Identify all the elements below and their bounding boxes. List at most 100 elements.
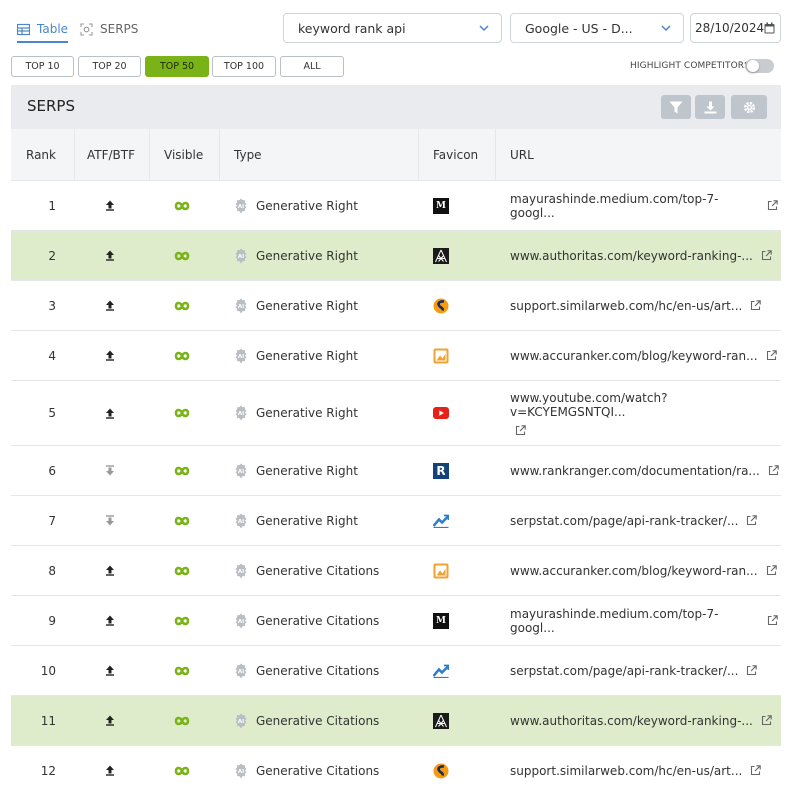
type-label: Generative Right (256, 348, 358, 363)
url-link[interactable]: serpstat.com/page/api-rank-tracker/... (510, 496, 778, 545)
external-link-icon[interactable] (750, 765, 762, 776)
url-text[interactable]: www.rankranger.com/documentation/ra... (510, 464, 760, 478)
type-label: Generative Citations (256, 613, 380, 628)
type-cell: AI Generative Citations (233, 696, 413, 745)
url-text[interactable]: mayurashinde.medium.com/top-7-googl... (510, 192, 759, 220)
date-input[interactable]: 28/10/2024 (690, 13, 781, 43)
external-link-icon[interactable] (761, 250, 772, 261)
url-link[interactable]: www.authoritas.com/keyword-ranking-... (510, 231, 778, 280)
above-fold-icon (101, 596, 119, 645)
below-fold-icon (101, 446, 119, 495)
table-row[interactable]: 3 AI Generative Right support.similarweb.co… (11, 281, 781, 331)
table-row[interactable]: 8 AI Generative Citations www.accuranker.co… (11, 546, 781, 596)
external-link-icon[interactable] (761, 715, 772, 726)
table-row[interactable]: 5 AI Generative Right www.youtube.com/watch… (11, 381, 781, 446)
table-row[interactable]: 4 AI Generative Right www.accuranker.com/bl… (11, 331, 781, 381)
url-text[interactable]: support.similarweb.com/hc/en-us/art... (510, 299, 742, 313)
tab-table[interactable]: Table (17, 17, 68, 43)
filter-all-button[interactable]: ALL (280, 56, 344, 77)
col-visible[interactable]: Visible (164, 129, 203, 181)
gear-icon (743, 101, 755, 113)
above-fold-icon (101, 281, 119, 330)
accuranker-icon (431, 331, 451, 380)
type-label: Generative Right (256, 298, 358, 313)
table-row[interactable]: 9 AI Generative Citations Mmayurashinde.med… (11, 596, 781, 646)
url-text[interactable]: www.authoritas.com/keyword-ranking-... (510, 714, 753, 728)
visible-icon (173, 496, 191, 545)
external-link-icon[interactable] (750, 300, 762, 311)
highlight-competitors-toggle[interactable] (745, 59, 774, 73)
col-rank[interactable]: Rank (26, 129, 56, 181)
table-row[interactable]: 2 AI Generative Right www.authoritas.com/ke… (11, 231, 781, 281)
visible-icon (173, 746, 191, 795)
table-row[interactable]: 12 AI Generative Citations support.similarw… (11, 746, 781, 795)
type-cell: AI Generative Right (233, 381, 413, 445)
external-link-icon[interactable] (766, 350, 777, 361)
external-link-icon[interactable] (768, 465, 779, 476)
external-link-icon[interactable] (515, 424, 526, 436)
filter-top100-button[interactable]: TOP 100 (212, 56, 276, 77)
url-text[interactable]: www.youtube.com/watch?v=KCYEMGSNTQI... (510, 391, 778, 419)
url-link[interactable]: mayurashinde.medium.com/top-7-googl... (510, 596, 778, 645)
table-row[interactable]: 1 AI Generative Right Mmayurashinde.medium.… (11, 181, 781, 231)
col-url[interactable]: URL (510, 129, 534, 181)
url-text[interactable]: www.accuranker.com/blog/keyword-ran... (510, 349, 758, 363)
filter-button[interactable] (661, 95, 691, 119)
external-link-icon[interactable] (767, 200, 778, 211)
table-row[interactable]: 6 AI Generative Right Rwww.rankranger.com/d… (11, 446, 781, 496)
type-label: Generative Right (256, 248, 358, 263)
serpstat-icon (431, 496, 451, 545)
table-row[interactable]: 7 AI Generative Right serpstat.com/page/api… (11, 496, 781, 546)
above-fold-icon (101, 331, 119, 380)
url-link[interactable]: www.accuranker.com/blog/keyword-ran... (510, 331, 778, 380)
external-link-icon[interactable] (746, 665, 758, 676)
search-engine-select[interactable]: Google - US - D... (510, 13, 684, 43)
url-link[interactable]: support.similarweb.com/hc/en-us/art... (510, 281, 778, 330)
panel-title: SERPS (27, 97, 75, 115)
serpstat-icon (431, 646, 451, 695)
type-cell: AI Generative Citations (233, 596, 413, 645)
col-type[interactable]: Type (234, 129, 262, 181)
filter-top20-button[interactable]: TOP 20 (78, 56, 141, 77)
url-text[interactable]: www.accuranker.com/blog/keyword-ran... (510, 564, 758, 578)
url-link[interactable]: serpstat.com/page/api-rank-tracker/... (510, 646, 778, 695)
table-row[interactable]: 10 AI Generative Citations serpstat.com/pag… (11, 646, 781, 696)
col-divider (495, 129, 496, 181)
url-link[interactable]: support.similarweb.com/hc/en-us/art... (510, 746, 778, 795)
url-text[interactable]: serpstat.com/page/api-rank-tracker/... (510, 514, 738, 528)
url-link[interactable]: www.accuranker.com/blog/keyword-ran... (510, 546, 778, 595)
above-fold-icon (101, 646, 119, 695)
rank-cell: 8 (48, 563, 56, 578)
table-row[interactable]: 11 AI Generative Citations www.authoritas.c… (11, 696, 781, 746)
table-header: Rank ATF/BTF Visible Type Favicon URL (11, 129, 781, 181)
calendar-icon[interactable] (764, 22, 775, 34)
svg-text:AI: AI (238, 304, 244, 310)
keyword-select[interactable]: keyword rank api (283, 13, 502, 43)
highlight-competitors-label: HIGHLIGHT COMPETITORS (630, 61, 750, 71)
filter-top10-button[interactable]: TOP 10 (11, 56, 74, 77)
visible-icon (173, 181, 191, 230)
ai-chip-icon: AI (233, 298, 249, 314)
rank-cell: 10 (40, 663, 56, 678)
col-favicon[interactable]: Favicon (433, 129, 478, 181)
tab-serps[interactable]: SERPS (80, 17, 140, 41)
url-link[interactable]: www.youtube.com/watch?v=KCYEMGSNTQI... (510, 381, 778, 445)
download-button[interactable] (695, 95, 725, 119)
url-link[interactable]: www.authoritas.com/keyword-ranking-... (510, 696, 778, 745)
svg-text:AI: AI (238, 719, 244, 725)
url-text[interactable]: mayurashinde.medium.com/top-7-googl... (510, 607, 759, 635)
external-link-icon[interactable] (767, 615, 778, 626)
url-text[interactable]: www.authoritas.com/keyword-ranking-... (510, 249, 753, 263)
url-link[interactable]: mayurashinde.medium.com/top-7-googl... (510, 181, 778, 230)
url-text[interactable]: support.similarweb.com/hc/en-us/art... (510, 764, 742, 778)
type-label: Generative Citations (256, 763, 380, 778)
external-link-icon[interactable] (746, 515, 758, 526)
url-text[interactable]: serpstat.com/page/api-rank-tracker/... (510, 664, 738, 678)
external-link-icon[interactable] (766, 565, 777, 576)
url-link[interactable]: www.rankranger.com/documentation/ra... (510, 446, 779, 495)
settings-button[interactable] (731, 95, 767, 119)
filter-top50-button[interactable]: TOP 50 (145, 56, 209, 77)
col-atf-btf[interactable]: ATF/BTF (87, 129, 135, 181)
similarweb-icon (431, 281, 451, 330)
type-cell: AI Generative Citations (233, 646, 413, 695)
